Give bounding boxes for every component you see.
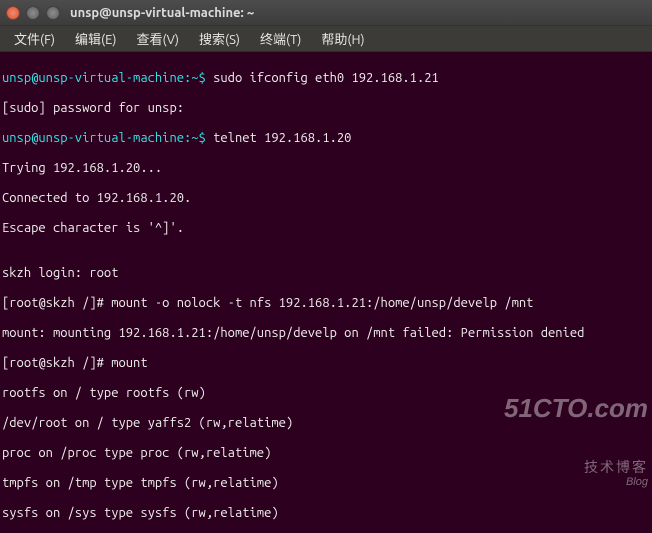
output-line: skzh login: root bbox=[2, 266, 650, 281]
prompt: unsp@unsp-virtual-machine:~$ bbox=[2, 131, 206, 145]
output-line: Trying 192.168.1.20... bbox=[2, 161, 650, 176]
menu-terminal[interactable]: 终端(T) bbox=[252, 27, 309, 50]
output-line: /dev/root on / type yaffs2 (rw,relatime) bbox=[2, 416, 650, 431]
output-line: proc on /proc type proc (rw,relatime) bbox=[2, 446, 650, 461]
menu-file[interactable]: 文件(F) bbox=[6, 27, 63, 50]
watermark-text: 技术博客 bbox=[584, 459, 648, 475]
minimize-button[interactable] bbox=[26, 6, 40, 20]
output-line: [root@skzh /]# mount bbox=[2, 356, 650, 371]
output-line: Escape character is '^]'. bbox=[2, 221, 650, 236]
window-title: unsp@unsp-virtual-machine: ~ bbox=[70, 6, 254, 20]
output-line: mount: mounting 192.168.1.21:/home/unsp/… bbox=[2, 326, 650, 341]
output-line: Connected to 192.168.1.20. bbox=[2, 191, 650, 206]
window-titlebar: unsp@unsp-virtual-machine: ~ bbox=[0, 0, 652, 26]
output-line: [sudo] password for unsp: bbox=[2, 101, 650, 116]
menu-search[interactable]: 搜索(S) bbox=[191, 27, 248, 50]
command-text: telnet 192.168.1.20 bbox=[206, 131, 352, 145]
menubar: 文件(F) 编辑(E) 查看(V) 搜索(S) 终端(T) 帮助(H) bbox=[0, 26, 652, 52]
maximize-button[interactable] bbox=[46, 6, 60, 20]
close-button[interactable] bbox=[6, 6, 20, 20]
output-line: sysfs on /sys type sysfs (rw,relatime) bbox=[2, 506, 650, 521]
menu-edit[interactable]: 编辑(E) bbox=[67, 27, 124, 50]
prompt: unsp@unsp-virtual-machine:~$ bbox=[2, 71, 206, 85]
output-line: [root@skzh /]# mount -o nolock -t nfs 19… bbox=[2, 296, 650, 311]
menu-help[interactable]: 帮助(H) bbox=[313, 27, 372, 50]
command-text: sudo ifconfig eth0 192.168.1.21 bbox=[206, 71, 439, 85]
terminal-output[interactable]: unsp@unsp-virtual-machine:~$ sudo ifconf… bbox=[0, 52, 652, 533]
output-line: tmpfs on /tmp type tmpfs (rw,relatime) bbox=[2, 476, 650, 491]
menu-view[interactable]: 查看(V) bbox=[129, 27, 187, 50]
window-controls bbox=[6, 6, 60, 20]
output-line: rootfs on / type rootfs (rw) bbox=[2, 386, 650, 401]
